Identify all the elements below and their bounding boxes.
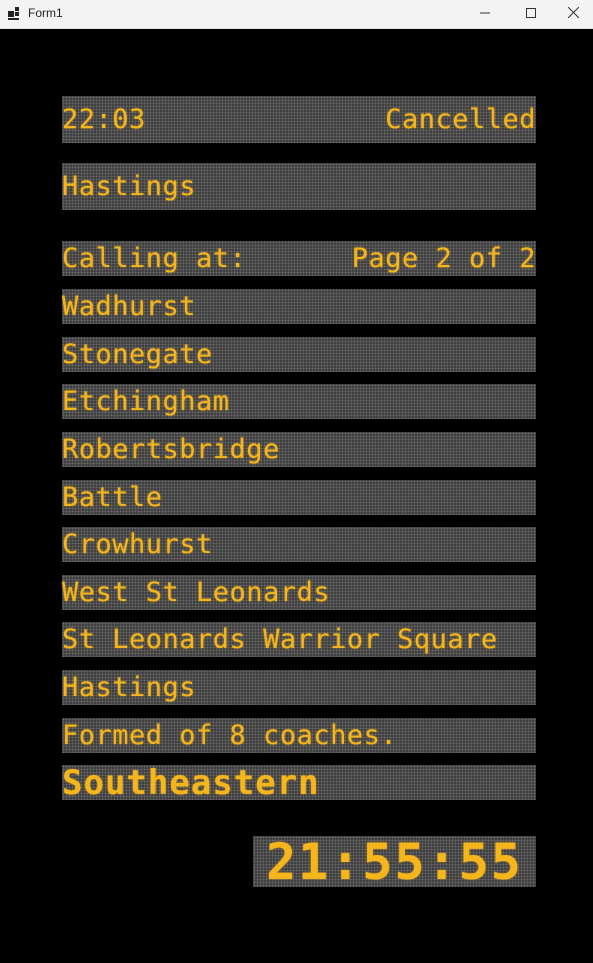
calling-stop: St Leonards Warrior Square — [62, 624, 498, 655]
calling-stop-row: St Leonards Warrior Square — [62, 622, 536, 657]
destination-name: Hastings — [62, 171, 197, 202]
calling-at-label: Calling at: — [62, 243, 247, 274]
calling-stop-row: Battle — [62, 480, 536, 515]
window-title: Form1 — [28, 6, 63, 20]
operator-row: Southeastern — [62, 765, 536, 800]
calling-stop-row: Stonegate — [62, 337, 536, 372]
close-button[interactable] — [553, 0, 593, 28]
calling-stop-row: Wadhurst — [62, 289, 536, 324]
calling-stop: Stonegate — [62, 339, 213, 370]
minimize-icon — [480, 7, 490, 21]
calling-stop: Wadhurst — [62, 291, 197, 322]
formation-text: Formed of 8 coaches. — [62, 720, 398, 751]
window-titlebar: Form1 — [0, 0, 593, 29]
destination-row: Hastings — [62, 163, 536, 210]
maximize-button[interactable] — [508, 0, 554, 28]
app-icon — [8, 7, 22, 21]
calling-stop-row: Crowhurst — [62, 527, 536, 562]
minimize-button[interactable] — [462, 0, 508, 28]
clock-time: 21:55:55 — [266, 832, 523, 891]
calling-stop: Battle — [62, 482, 163, 513]
calling-stop: Robertsbridge — [62, 434, 280, 465]
maximize-icon — [526, 7, 536, 21]
calling-stop-row: West St Leonards — [62, 575, 536, 610]
operator-name: Southeastern — [62, 762, 320, 803]
calling-stop-row: Etchingham — [62, 384, 536, 419]
close-icon — [567, 6, 579, 21]
calling-stop: Hastings — [62, 672, 197, 703]
departure-header-row: 22:03 Cancelled — [62, 96, 536, 143]
calling-stop-row: Robertsbridge — [62, 432, 536, 467]
calling-stop: West St Leonards — [62, 577, 331, 608]
calling-at-row: Calling at: Page 2 of 2 — [62, 241, 536, 276]
departure-time: 22:03 — [62, 104, 146, 135]
page-indicator: Page 2 of 2 — [351, 243, 536, 274]
calling-stop-row: Hastings — [62, 670, 536, 705]
clock-display: 21:55:55 — [253, 833, 536, 891]
calling-stop: Crowhurst — [62, 529, 213, 560]
formation-row: Formed of 8 coaches. — [62, 718, 536, 753]
calling-stop: Etchingham — [62, 386, 230, 417]
departure-status: Cancelled — [385, 104, 536, 135]
departure-board: 22:03 Cancelled Hastings Calling at: Pag… — [0, 29, 593, 963]
